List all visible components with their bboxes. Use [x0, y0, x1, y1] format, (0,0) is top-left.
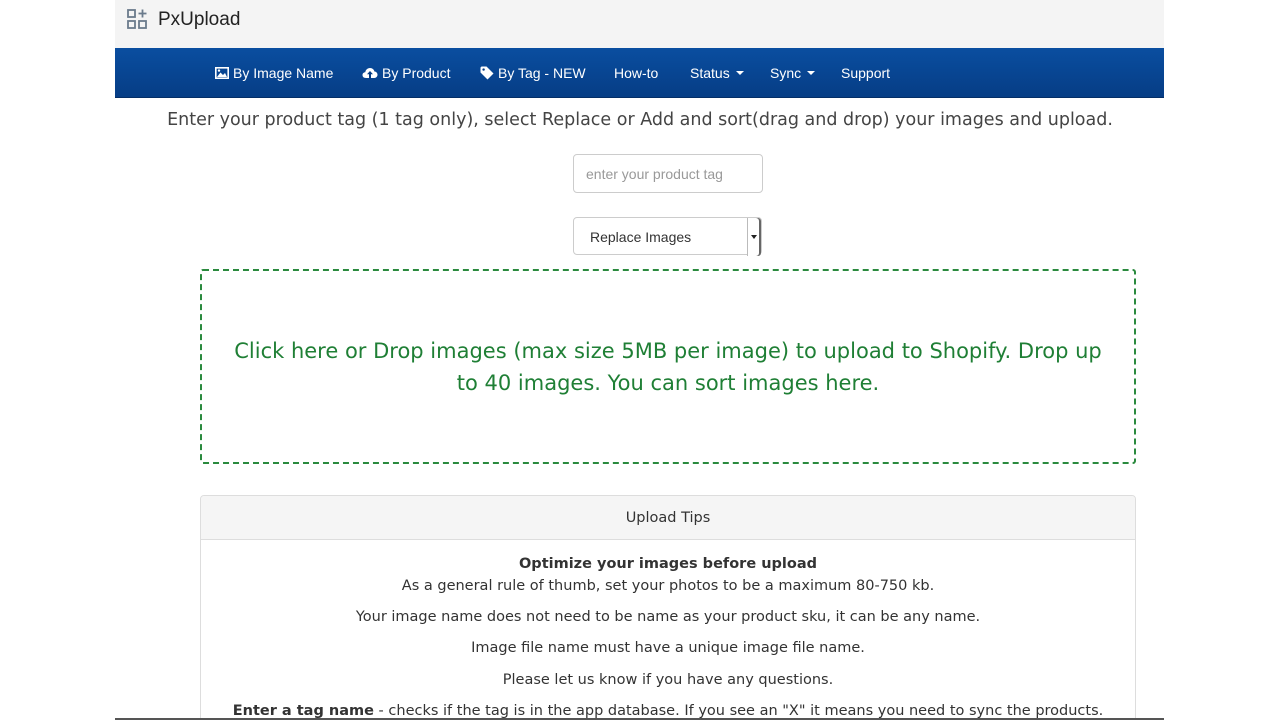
nav-label: By Tag - NEW: [498, 65, 586, 81]
nav-by-product[interactable]: By Product: [362, 48, 450, 98]
nav-label: Sync: [770, 65, 802, 81]
nav-label: How-to: [614, 65, 659, 81]
nav-label: By Product: [382, 65, 451, 81]
nav-label: Status: [690, 65, 730, 81]
tips-tag-text: - checks if the tag is in the app databa…: [373, 703, 1104, 719]
image-icon: [215, 67, 229, 79]
select-arrow-icon: [747, 218, 761, 256]
instructions-text: Enter your product tag (1 tag only), sel…: [167, 110, 1113, 130]
caret-down-icon: [807, 71, 816, 75]
image-dropzone[interactable]: Click here or Drop images (max size 5MB …: [200, 269, 1136, 464]
tips-optimize-title: Optimize your images before upload: [518, 556, 817, 572]
upload-mode-select[interactable]: Replace Images: [573, 217, 762, 256]
app-title: PxUpload: [158, 9, 241, 30]
tips-heading: Upload Tips: [201, 496, 1135, 540]
tips-unique-text: Image file name must have a unique image…: [471, 640, 865, 656]
nav-label: Support: [841, 65, 891, 81]
nav-status-dropdown[interactable]: Status: [690, 48, 744, 98]
tips-tag-bold: Enter a tag name: [232, 703, 374, 719]
tips-tag-line: Enter a tag name - checks if the tag is …: [201, 703, 1135, 719]
upload-tips-panel: Upload Tips Optimize your images before …: [200, 495, 1136, 720]
upload-mode-value: Replace Images: [590, 229, 692, 245]
nav-by-image-name[interactable]: By Image Name: [215, 48, 333, 98]
cloud-upload-icon: [362, 67, 378, 80]
apps-add-icon: [127, 9, 149, 31]
tag-icon: [480, 66, 494, 80]
dropzone-text: Click here or Drop images (max size 5MB …: [234, 338, 1102, 395]
nav-support[interactable]: Support: [841, 48, 890, 98]
tips-name-text: Your image name does not need to be name…: [355, 609, 981, 625]
nav-sync-dropdown[interactable]: Sync: [770, 48, 816, 98]
tips-optimize-text: As a general rule of thumb, set your pho…: [401, 578, 935, 594]
top-bar: PxUpload: [115, 0, 1164, 48]
nav-label: By Image Name: [233, 65, 334, 81]
nav-by-tag[interactable]: By Tag - NEW: [480, 48, 586, 98]
main-nav: By Image Name By Product By Tag - NEW Ho…: [115, 48, 1164, 98]
product-tag-input[interactable]: [573, 154, 763, 193]
tips-questions-text: Please let us know if you have any quest…: [502, 672, 834, 688]
caret-down-icon: [735, 71, 744, 75]
nav-how-to[interactable]: How-to: [614, 48, 658, 98]
